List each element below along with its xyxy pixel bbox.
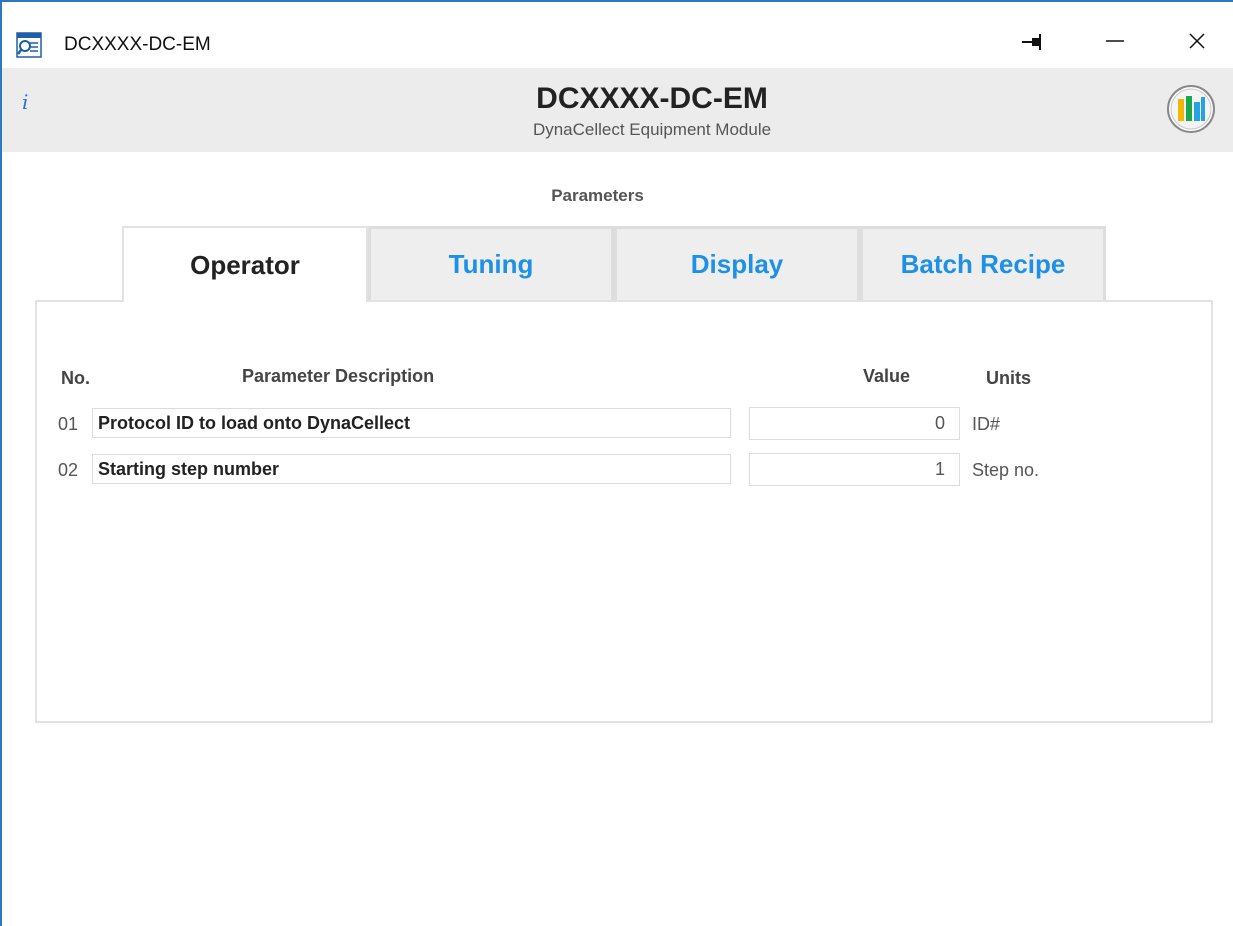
parameter-value-input[interactable]: 0 — [749, 407, 960, 440]
parameters-heading: Parameters — [551, 186, 644, 205]
parameter-units: Step no. — [972, 460, 1040, 480]
tab-operator[interactable]: Operator — [122, 226, 368, 302]
row-number: 01 — [58, 414, 79, 434]
parameter-description: Protocol ID to load onto DynaCellect — [92, 408, 731, 438]
tab-display[interactable]: Display — [614, 226, 860, 300]
row-number: 02 — [58, 460, 79, 480]
module-title: DCXXXX-DC-EM — [536, 82, 768, 115]
tab-batch-recipe[interactable]: Batch Recipe — [860, 226, 1106, 300]
parameters-panel: No. Parameter Description Value Units 01… — [35, 300, 1213, 723]
column-header-units: Units — [986, 368, 1031, 388]
module-subtitle: DynaCellect Equipment Module — [532, 120, 772, 139]
title-bar: DCXXXX-DC-EM — [2, 2, 1233, 66]
close-icon[interactable] — [1182, 26, 1212, 56]
column-header-value: Value — [863, 366, 911, 386]
app-icon — [16, 32, 42, 58]
minimize-icon[interactable] — [1100, 26, 1130, 56]
tab-tuning[interactable]: Tuning — [368, 226, 614, 300]
module-header: i DCXXXX-DC-EM DynaCellect Equipment Mod… — [2, 68, 1233, 152]
window-title: DCXXXX-DC-EM — [64, 34, 211, 55]
parameter-units: ID# — [972, 414, 1001, 434]
pin-icon[interactable] — [1016, 30, 1046, 54]
column-header-description: Parameter Description — [242, 366, 435, 386]
column-header-no: No. — [61, 368, 90, 388]
parameter-value-input[interactable]: 1 — [749, 453, 960, 486]
bar-chart-logo-icon[interactable] — [1166, 84, 1216, 134]
parameter-description: Starting step number — [92, 454, 731, 484]
